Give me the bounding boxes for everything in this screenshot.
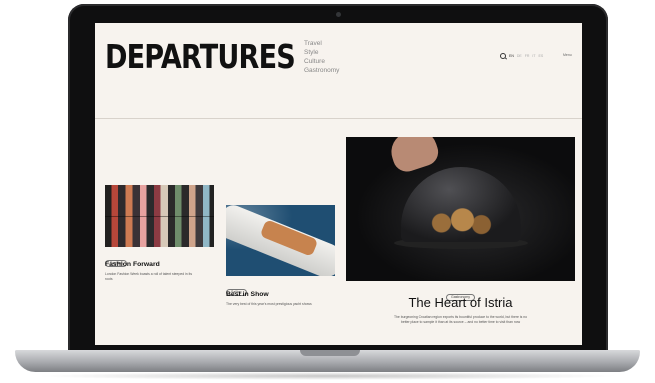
feature-image-truffle[interactable] [346, 137, 575, 281]
laptop-screen: DEPARTURES Travel Style Culture Gastrono… [95, 23, 582, 345]
hand-shape [386, 137, 442, 176]
search-icon[interactable] [500, 53, 506, 59]
article-image-fashion[interactable] [105, 185, 214, 247]
article-image-yacht[interactable] [226, 205, 335, 276]
feature-desc-line-2: better place to sample it than at its so… [400, 320, 521, 324]
site-logo[interactable]: DEPARTURES [105, 37, 296, 76]
language-en[interactable]: EN [509, 54, 514, 58]
truffles-shape [424, 207, 494, 239]
header-utilities: EN DE FR IT ES [500, 53, 543, 59]
menu-link[interactable]: Menu [563, 53, 572, 57]
header-divider [95, 118, 582, 119]
language-es[interactable]: ES [539, 54, 544, 58]
main-nav: Travel Style Culture Gastronomy [304, 39, 339, 75]
site-header: DEPARTURES Travel Style Culture Gastrono… [95, 23, 582, 118]
feature-title[interactable]: The Heart of Istria [346, 295, 575, 310]
nav-item-gastronomy[interactable]: Gastronomy [304, 66, 339, 75]
nav-item-travel[interactable]: Travel [304, 39, 339, 48]
laptop-base [15, 350, 640, 372]
article-title[interactable]: Fashion Forward [105, 261, 160, 268]
language-de[interactable]: DE [517, 54, 522, 58]
article-desc: London Fashion Week boasts a roll of tal… [105, 272, 193, 281]
nav-item-style[interactable]: Style [304, 48, 339, 57]
article-title[interactable]: Best in Show [226, 291, 269, 298]
article-desc: The very best of this year's most presti… [226, 302, 312, 306]
language-fr[interactable]: FR [525, 54, 530, 58]
nav-item-culture[interactable]: Culture [304, 57, 339, 66]
laptop-shadow [35, 372, 620, 380]
base-notch [300, 350, 360, 356]
camera-dot [336, 12, 341, 17]
language-it[interactable]: IT [532, 54, 535, 58]
